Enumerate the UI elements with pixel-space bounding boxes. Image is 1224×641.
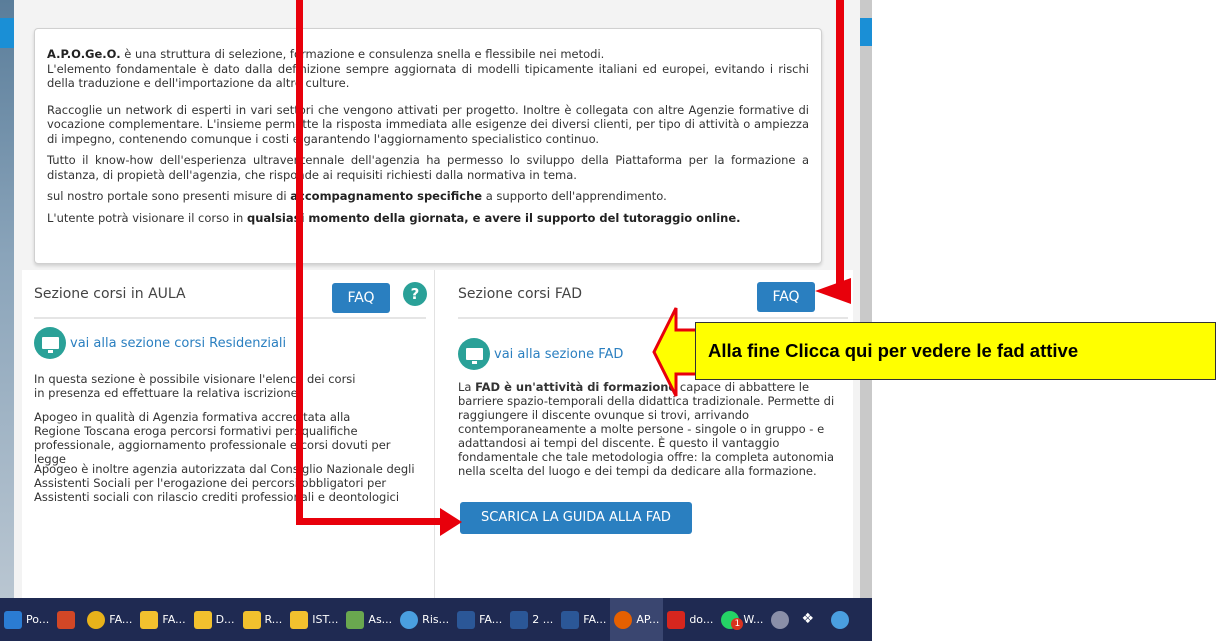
aula-paragraph: In questa sezione è possibile visionare …	[34, 372, 356, 400]
taskbar-item-label: do...	[689, 613, 714, 626]
taskbar-item-label: As...	[368, 613, 393, 626]
brand-name: A.P.O.Ge.O.	[47, 47, 121, 61]
taskbar-item[interactable]	[827, 598, 857, 641]
taskbar-item-label: Ris...	[422, 613, 450, 626]
fad-section-title: Sezione corsi FAD	[458, 286, 583, 302]
taskbar-item-label: FA...	[109, 613, 133, 626]
intro-paragraph: sul nostro portale sono presenti misure …	[47, 189, 809, 204]
word-icon	[457, 610, 476, 629]
intro-bold: qualsiasi momento della giornata, e aver…	[246, 210, 741, 225]
annotation-arrowhead	[815, 278, 851, 304]
dropbox-icon: ❖	[801, 610, 814, 627]
page-content: A.P.O.Ge.O. è una struttura di selezione…	[14, 0, 860, 598]
taskbar-item[interactable]: FA...	[83, 598, 136, 641]
monitor-icon	[458, 338, 490, 370]
fad-text: capace di abbattere le barriere spazio-t…	[458, 380, 835, 478]
aula-paragraph: Apogeo è inoltre agenzia autorizzata dal…	[34, 462, 415, 504]
word-icon	[510, 610, 529, 629]
aula-link-row[interactable]: vai alla sezione corsi Residenziali	[34, 327, 286, 359]
fad-text: La	[458, 380, 476, 394]
firefox-icon	[614, 610, 633, 629]
taskbar-item-label: 2 ...	[532, 613, 554, 626]
fad-faq-button[interactable]: FAQ	[757, 282, 815, 312]
taskbar-item[interactable]: do...	[663, 598, 717, 641]
taskbar-item-label: Po...	[26, 613, 50, 626]
taskbar-item[interactable]: FA...	[453, 598, 506, 641]
intro-box: A.P.O.Ge.O. è una struttura di selezione…	[34, 28, 822, 264]
edge-accent	[0, 18, 14, 48]
taskbar-item-label: D...	[215, 613, 235, 626]
intro-text: L'utente potrà visionare il corso in	[47, 210, 247, 225]
intro-paragraph: L'utente potrà visionare il corso in qua…	[47, 211, 809, 226]
chrome-icon	[87, 610, 106, 629]
taskbar-item-label: IST...	[312, 613, 339, 626]
taskbar-item[interactable]: FA...	[557, 598, 610, 641]
aula-section: Sezione corsi in AULA FAQ ? vai alla sez…	[22, 270, 434, 598]
pdf-icon	[667, 610, 686, 629]
callout-label: Alla fine Clicca qui per vedere le fad a…	[695, 322, 1216, 380]
taskbar-item[interactable]: ❖	[797, 598, 827, 641]
fad-link-row[interactable]: vai alla sezione FAD	[458, 338, 623, 370]
intro-text: a supporto dell'apprendimento.	[482, 189, 667, 203]
folder-icon	[140, 610, 159, 629]
annotation-arrow-line	[296, 518, 444, 525]
annotation-arrowhead	[440, 508, 462, 536]
taskbar-item[interactable]: AP...	[610, 598, 664, 641]
taskbar-item[interactable]	[767, 598, 797, 641]
aula-faq-button[interactable]: FAQ	[332, 283, 390, 313]
annotation-arrow-line	[836, 0, 844, 286]
taskbar-item-label: FA...	[583, 613, 607, 626]
taskbar-item[interactable]: R...	[239, 598, 287, 641]
aula-paragraph: Apogeo in qualità di Agenzia formativa a…	[34, 410, 391, 466]
folder-icon	[193, 610, 212, 629]
taskbar-item[interactable]: IST...	[286, 598, 342, 641]
edge-accent	[860, 18, 872, 46]
taskbar-item[interactable]: D...	[190, 598, 239, 641]
fad-section-link[interactable]: vai alla sezione FAD	[494, 347, 623, 362]
intro-text: L'elemento fondamentale è dato dalla def…	[47, 61, 809, 91]
powerpoint-icon	[57, 610, 76, 629]
taskbar: Po... FA... FA... D... R... IST... As... Ris...…	[0, 598, 872, 641]
fad-bold: FAD è un'attività di formazione	[475, 380, 677, 394]
taskbar-item[interactable]	[53, 598, 83, 641]
taskbar-item[interactable]: 2 ...	[506, 598, 557, 641]
powerpoint-app-icon	[4, 610, 22, 629]
monitor-icon	[34, 327, 66, 359]
window-edge-right	[860, 0, 872, 598]
intro-paragraph: Tutto il know-how dell'esperienza ultrav…	[47, 153, 809, 182]
globe-icon	[400, 610, 419, 629]
intro-paragraph: A.P.O.Ge.O. è una struttura di selezione…	[47, 47, 809, 91]
intro-text: è una struttura di selezione, formazione…	[120, 47, 605, 61]
aula-section-title: Sezione corsi in AULA	[34, 286, 186, 302]
aula-divider	[34, 317, 426, 319]
taskbar-item[interactable]: 1 W...	[717, 598, 767, 641]
folder-icon	[242, 610, 261, 629]
help-icon[interactable]: ?	[403, 282, 427, 306]
app-icon	[346, 610, 365, 629]
folder-icon	[290, 610, 309, 629]
intro-text: sul nostro portale sono presenti misure …	[47, 189, 291, 203]
taskbar-item-label: FA...	[479, 613, 503, 626]
fad-section: Sezione corsi FAD FAQ vai alla sezione F…	[434, 270, 853, 598]
download-fad-guide-button[interactable]: SCARICA LA GUIDA ALLA FAD	[460, 502, 692, 534]
taskbar-item-label: AP...	[636, 613, 660, 626]
taskbar-item-label: R...	[264, 613, 283, 626]
search-icon	[831, 610, 850, 629]
annotation-arrow-line	[296, 0, 303, 525]
taskbar-item-label: W...	[743, 613, 764, 626]
taskbar-item[interactable]: FA...	[136, 598, 189, 641]
taskbar-item[interactable]: As...	[342, 598, 396, 641]
aula-section-link[interactable]: vai alla sezione corsi Residenziali	[70, 336, 286, 351]
skype-icon	[771, 610, 790, 629]
intro-bold: accompagnamento specifiche	[290, 189, 483, 203]
notification-badge: 1	[731, 618, 744, 630]
taskbar-item-label: FA...	[162, 613, 186, 626]
window-edge-left	[0, 0, 14, 641]
taskbar-item[interactable]: Ris...	[396, 598, 453, 641]
intro-paragraph: Raccoglie un network di esperti in vari …	[47, 102, 809, 146]
taskbar-item[interactable]: Po...	[0, 598, 53, 641]
word-icon	[561, 610, 580, 629]
